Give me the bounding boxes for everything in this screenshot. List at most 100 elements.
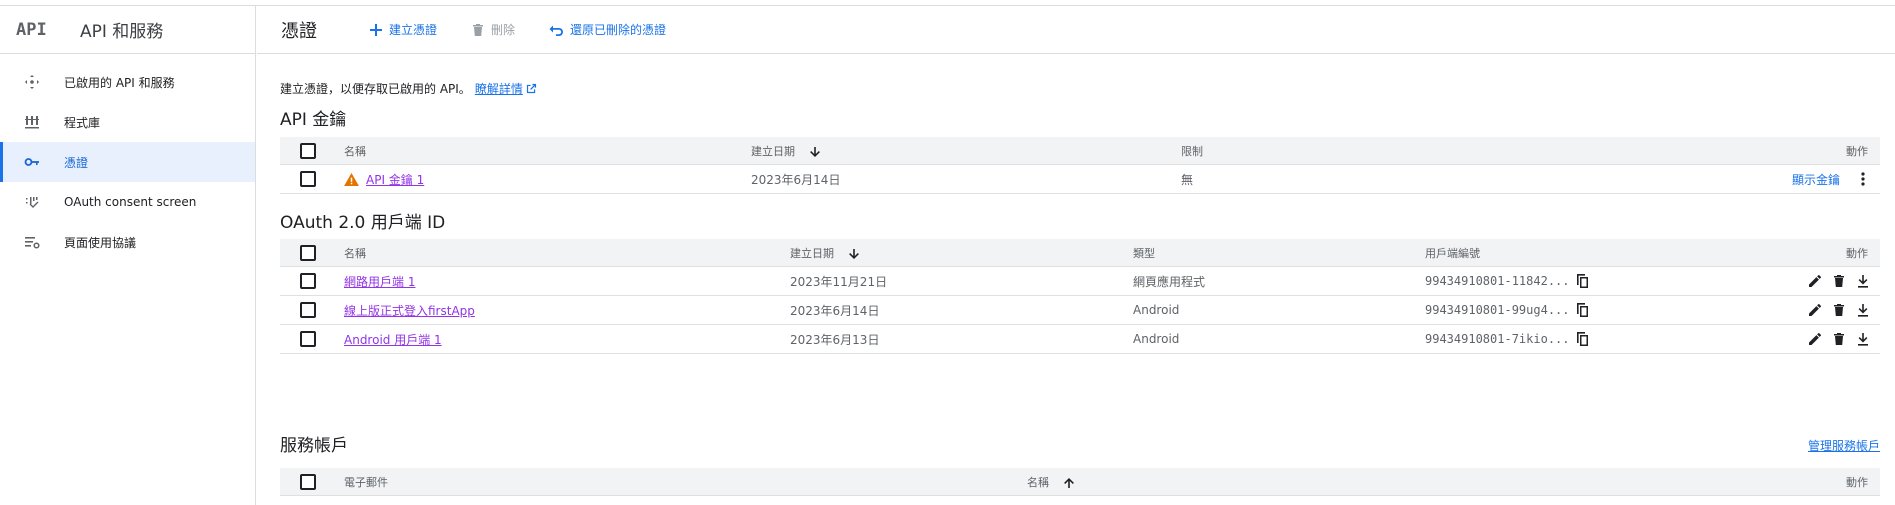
trash-icon[interactable]	[1830, 330, 1848, 348]
col-created-label: 建立日期	[790, 246, 834, 260]
create-credentials-button[interactable]: 建立憑證	[369, 21, 437, 38]
api-keys-title: API 金鑰	[280, 110, 347, 130]
col-created[interactable]: 建立日期	[751, 143, 821, 159]
oauth-title: OAuth 2.0 用戶端 ID	[280, 213, 446, 233]
client-name-link[interactable]: Android 用戶端 1	[344, 331, 442, 348]
table-header: 名稱 建立日期 類型 用戶端編號 動作	[280, 239, 1880, 267]
col-client-id: 用戶端編號	[1425, 246, 1480, 260]
download-icon[interactable]	[1854, 301, 1872, 319]
row-checkbox[interactable]	[300, 273, 316, 289]
sidebar-item-label: 憑證	[64, 155, 89, 170]
client-name-link[interactable]: 線上版正式登入firstApp	[344, 302, 475, 319]
restore-deleted-credentials-button[interactable]: 還原已刪除的憑證	[549, 21, 666, 38]
select-all-checkbox[interactable]	[300, 473, 316, 490]
more-vert-icon[interactable]	[1854, 170, 1872, 188]
restore-deleted-label: 還原已刪除的憑證	[570, 23, 667, 37]
sidebar-item-page-usage-agreements[interactable]: 頁面使用協議	[0, 222, 255, 262]
trash-icon[interactable]	[1830, 272, 1848, 290]
intro-text: 建立憑證，以便存取已啟用的 API。 瞭解詳情	[280, 80, 537, 97]
manage-service-accounts-link[interactable]: 管理服務帳戶	[1808, 437, 1880, 454]
edit-icon[interactable]	[1806, 330, 1824, 348]
sidebar: API API 和服務 已啟用的 API 和服務 程式庫 憑證 OAuth co…	[0, 6, 256, 505]
edit-icon[interactable]	[1806, 272, 1824, 290]
col-actions: 動作	[1846, 475, 1868, 489]
sidebar-item-library[interactable]: 程式庫	[0, 102, 255, 142]
delete-label: 刪除	[491, 23, 516, 37]
client-type: 網頁應用程式	[1133, 274, 1206, 289]
copy-icon[interactable]	[1574, 272, 1592, 290]
sidebar-item-oauth-consent[interactable]: OAuth consent screen	[0, 182, 255, 222]
row-actions: 顯示金鑰	[1792, 170, 1872, 188]
created-date: 2023年6月14日	[751, 172, 841, 187]
copy-icon[interactable]	[1574, 330, 1592, 348]
select-all-checkbox[interactable]	[300, 244, 316, 261]
download-icon[interactable]	[1854, 330, 1872, 348]
create-credentials-label: 建立憑證	[389, 23, 438, 37]
library-icon	[24, 114, 40, 130]
client-id: 99434910801-11842...	[1425, 274, 1570, 288]
table-header: 電子郵件 名稱 動作	[280, 468, 1880, 496]
oauth-clients-table: 名稱 建立日期 類型 用戶端編號 動作 網路用戶端 1 2023年11月21日 …	[280, 239, 1880, 354]
sidebar-item-credentials[interactable]: 憑證	[0, 142, 255, 182]
row-checkbox[interactable]	[300, 302, 316, 318]
sidebar-item-label: 頁面使用協議	[64, 235, 137, 250]
product-title: API 和服務	[80, 22, 164, 42]
client-name-link[interactable]: 網路用戶端 1	[344, 273, 415, 290]
show-key-link[interactable]: 顯示金鑰	[1792, 171, 1840, 188]
sidebar-item-label: 已啟用的 API 和服務	[64, 75, 175, 90]
trash-icon	[473, 23, 484, 36]
api-services-icon	[24, 74, 40, 90]
settings-list-icon	[24, 234, 40, 250]
download-icon[interactable]	[1854, 272, 1872, 290]
client-id-cell: 99434910801-99ug4...	[1425, 301, 1592, 319]
page-title: 憑證	[281, 20, 317, 42]
row-actions	[1806, 272, 1872, 290]
api-keys-table: 名稱 建立日期 限制 動作 API 金鑰 1 2023年6月14日 無 顯示金鑰	[280, 137, 1880, 194]
col-name[interactable]: 名稱	[1027, 474, 1075, 490]
service-accounts-title: 服務帳戶	[280, 436, 348, 456]
table-row: API 金鑰 1 2023年6月14日 無 顯示金鑰	[280, 165, 1880, 194]
copy-icon[interactable]	[1574, 301, 1592, 319]
col-email: 電子郵件	[344, 475, 388, 489]
sidebar-list: 已啟用的 API 和服務 程式庫 憑證 OAuth consent screen…	[0, 62, 255, 262]
created-date: 2023年6月13日	[790, 332, 880, 347]
col-actions: 動作	[1846, 144, 1868, 158]
col-type: 類型	[1133, 246, 1155, 260]
edit-icon[interactable]	[1806, 301, 1824, 319]
learn-more-link[interactable]: 瞭解詳情	[475, 80, 537, 97]
service-accounts-table: 電子郵件 名稱 動作	[280, 468, 1880, 496]
row-checkbox[interactable]	[300, 331, 316, 347]
arrow-down-icon	[848, 248, 859, 259]
restriction-value: 無	[1181, 172, 1194, 187]
table-header: 名稱 建立日期 限制 動作	[280, 137, 1880, 165]
client-id-cell: 99434910801-11842...	[1425, 272, 1592, 290]
row-checkbox[interactable]	[300, 171, 316, 187]
delete-button[interactable]: 刪除	[471, 21, 515, 38]
select-all-checkbox[interactable]	[300, 142, 316, 159]
api-key-name-cell: API 金鑰 1	[344, 171, 424, 188]
col-name: 名稱	[344, 246, 366, 260]
key-icon	[24, 154, 40, 170]
row-actions	[1806, 330, 1872, 348]
arrow-up-icon	[1063, 477, 1074, 488]
row-actions	[1806, 301, 1872, 319]
intro-sentence: 建立憑證，以便存取已啟用的 API。	[280, 82, 471, 96]
col-actions: 動作	[1846, 246, 1868, 260]
trash-icon[interactable]	[1830, 301, 1848, 319]
client-id: 99434910801-7ikio...	[1425, 332, 1570, 346]
col-restrictions: 限制	[1181, 144, 1203, 158]
sidebar-item-enabled-apis[interactable]: 已啟用的 API 和服務	[0, 62, 255, 102]
api-key-link[interactable]: API 金鑰 1	[366, 171, 424, 188]
col-name-label: 名稱	[1027, 475, 1049, 489]
client-id: 99434910801-99ug4...	[1425, 303, 1570, 317]
undo-icon	[549, 25, 564, 36]
sidebar-item-label: 程式庫	[64, 115, 101, 130]
table-row: Android 用戶端 1 2023年6月13日 Android 9943491…	[280, 325, 1880, 354]
col-name: 名稱	[344, 144, 366, 158]
consent-icon	[24, 194, 40, 210]
client-type: Android	[1133, 332, 1180, 346]
col-created[interactable]: 建立日期	[790, 245, 860, 261]
arrow-down-icon	[809, 146, 820, 157]
page-header: 憑證 建立憑證 刪除 還原已刪除的憑證	[257, 6, 1895, 54]
plus-icon	[370, 23, 382, 36]
